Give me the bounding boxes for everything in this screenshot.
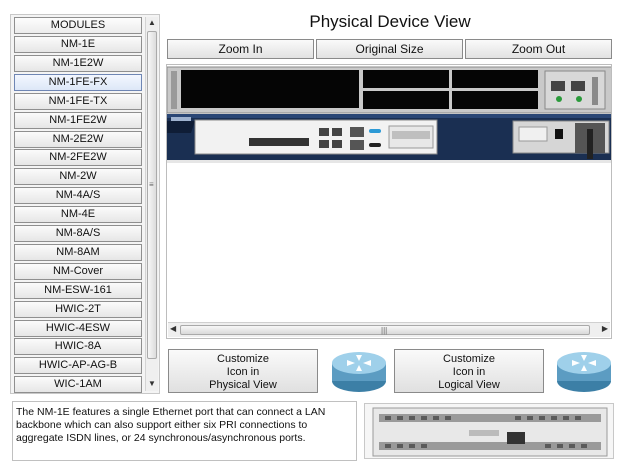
module-item[interactable]: NM-1E2W [14, 54, 142, 72]
router-chassis [167, 66, 611, 163]
module-item[interactable]: NM-2FE2W [14, 149, 142, 167]
module-item[interactable]: NM-1FE2W [14, 111, 142, 129]
modules-panel: MODULES NM-1E NM-1E2W NM-1FE-FX NM-1FE-TX NM… [10, 14, 160, 394]
customize-physical-button[interactable]: Customize Icon in Physical View [168, 349, 318, 393]
module-item[interactable]: NM-1FE-FX [14, 73, 142, 91]
page-title: Physical Device View [309, 12, 471, 31]
module-item[interactable]: NM-4E [14, 206, 142, 224]
scroll-right-icon[interactable]: ▶ [602, 324, 608, 333]
empty-module-slot[interactable] [181, 70, 359, 108]
module-item[interactable]: NM-4A/S [14, 187, 142, 205]
button-label-line: Logical View [438, 379, 500, 391]
module-item[interactable]: NM-1FE-TX [14, 92, 142, 110]
module-preview [364, 403, 614, 459]
module-item[interactable]: NM-Cover [14, 262, 142, 280]
original-size-button[interactable]: Original Size [316, 39, 463, 59]
module-item[interactable]: HWIC-8A [14, 338, 142, 356]
customize-logical-button[interactable]: Customize Icon in Logical View [394, 349, 544, 393]
scroll-thumb[interactable]: ||| [180, 325, 590, 335]
module-item[interactable]: NM-2W [14, 168, 142, 186]
module-description: The NM-1E features a single Ethernet por… [12, 401, 357, 461]
router-icon [329, 346, 389, 396]
grip-icon: ≡ [149, 180, 154, 189]
horizontal-scrollbar[interactable]: ◀ ||| ▶ [168, 322, 610, 337]
module-item[interactable]: NM-8AM [14, 243, 142, 261]
scroll-thumb[interactable]: ≡ [147, 31, 157, 359]
physical-device-view [166, 64, 612, 339]
zoom-in-button[interactable]: Zoom In [167, 39, 314, 59]
ethernet-port[interactable] [350, 140, 364, 150]
button-label-line: Customize [217, 353, 269, 365]
module-item[interactable]: NM-2E2W [14, 130, 142, 148]
scroll-down-icon[interactable]: ▼ [148, 379, 156, 388]
button-label-line: Icon in [452, 366, 486, 378]
empty-module-slot[interactable] [452, 70, 538, 88]
module-item[interactable]: NM-8A/S [14, 225, 142, 242]
module-item[interactable]: HWIC-2T [14, 300, 142, 318]
module-scrollbar[interactable]: ▲ ≡ ▼ [145, 17, 158, 391]
module-item[interactable]: WIC-1AM [14, 376, 142, 394]
grip-icon: ||| [381, 326, 388, 335]
empty-module-slot[interactable] [363, 91, 449, 109]
module-item[interactable]: HWIC-4ESW [14, 319, 142, 337]
empty-module-slot[interactable] [452, 91, 538, 109]
router-icon [554, 346, 614, 396]
ethernet-port [507, 432, 525, 444]
module-item[interactable]: NM-ESW-161 [14, 281, 142, 299]
button-label-line: Physical View [209, 379, 277, 391]
scroll-up-icon[interactable]: ▲ [148, 18, 156, 27]
module-item[interactable]: HWIC-AP-AG-B [14, 357, 142, 375]
button-label-line: Icon in [226, 366, 260, 378]
module-item[interactable]: NM-1E [14, 36, 142, 53]
modules-header: MODULES [14, 17, 142, 34]
empty-module-slot[interactable] [363, 70, 449, 88]
scroll-left-icon[interactable]: ◀ [170, 324, 176, 333]
zoom-out-button[interactable]: Zoom Out [465, 39, 612, 59]
ethernet-port[interactable] [350, 127, 364, 137]
button-label-line: Customize [443, 353, 495, 365]
